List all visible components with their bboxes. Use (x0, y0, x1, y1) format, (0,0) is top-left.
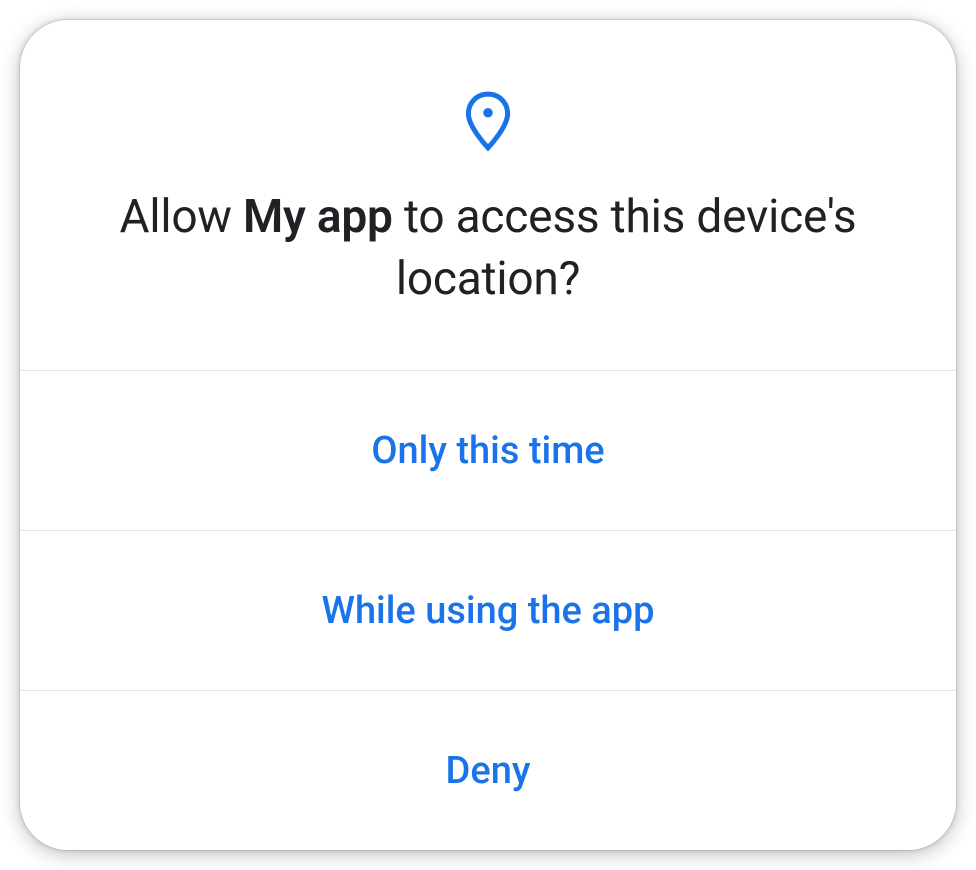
title-prefix: Allow (120, 190, 243, 244)
only-this-time-button[interactable]: Only this time (20, 371, 956, 531)
dialog-title: Allow My app to access this device's loc… (80, 186, 896, 310)
location-pin-icon (80, 90, 896, 152)
dialog-header: Allow My app to access this device's loc… (20, 20, 956, 371)
permission-dialog: Allow My app to access this device's loc… (20, 20, 956, 850)
dialog-options: Only this time While using the app Deny (20, 371, 956, 850)
title-suffix: to access this device's location? (393, 190, 857, 306)
while-using-app-button[interactable]: While using the app (20, 531, 956, 691)
deny-button[interactable]: Deny (20, 691, 956, 850)
app-name: My app (243, 190, 393, 244)
